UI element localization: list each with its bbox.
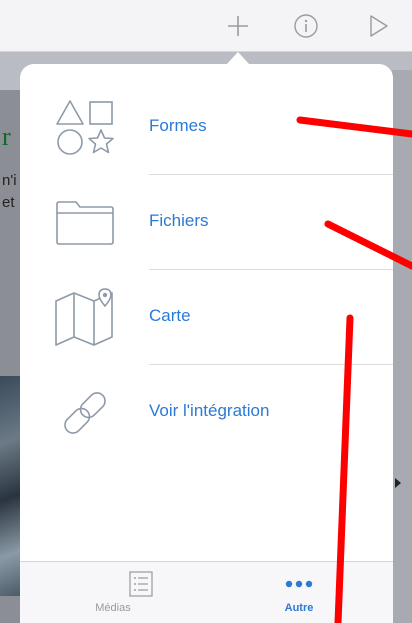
menu-item-voir-integration[interactable]: Voir l'intégration bbox=[20, 365, 393, 460]
tab-label: Autre bbox=[284, 602, 314, 614]
top-toolbar bbox=[0, 0, 412, 52]
list-icon bbox=[129, 571, 153, 597]
play-button[interactable] bbox=[362, 10, 394, 42]
menu-item-carte[interactable]: Carte bbox=[20, 270, 393, 365]
background-text: n'i bbox=[2, 172, 17, 189]
shapes-icon bbox=[56, 100, 114, 155]
background-heading: r bbox=[2, 122, 11, 151]
menu-item-label: Voir l'intégration bbox=[149, 401, 270, 420]
background-right-panel bbox=[392, 70, 412, 623]
insert-menu: Formes Fichiers Carte Voir l'intégration bbox=[20, 80, 393, 460]
plus-icon bbox=[228, 16, 248, 36]
add-button[interactable] bbox=[222, 10, 254, 42]
map-icon bbox=[55, 288, 113, 346]
tab-label: Médias bbox=[95, 602, 131, 614]
play-icon bbox=[370, 15, 388, 37]
menu-item-label: Carte bbox=[149, 306, 191, 325]
folder-icon bbox=[56, 201, 114, 245]
info-icon bbox=[294, 14, 318, 38]
menu-item-label: Formes bbox=[149, 116, 207, 135]
menu-item-formes[interactable]: Formes bbox=[20, 80, 393, 175]
tab-autre[interactable]: Autre bbox=[206, 562, 392, 623]
background-photo bbox=[0, 376, 22, 596]
link-icon bbox=[64, 392, 106, 434]
background-arrow-icon bbox=[395, 478, 401, 488]
insert-popover: Formes Fichiers Carte Voir l'intégration… bbox=[20, 64, 393, 623]
popover-tab-bar: Médias Autre bbox=[20, 561, 393, 623]
menu-item-fichiers[interactable]: Fichiers bbox=[20, 175, 393, 270]
menu-item-label: Fichiers bbox=[149, 211, 209, 230]
more-icon bbox=[285, 580, 313, 588]
info-button[interactable] bbox=[290, 10, 322, 42]
background-text: et bbox=[2, 194, 15, 211]
